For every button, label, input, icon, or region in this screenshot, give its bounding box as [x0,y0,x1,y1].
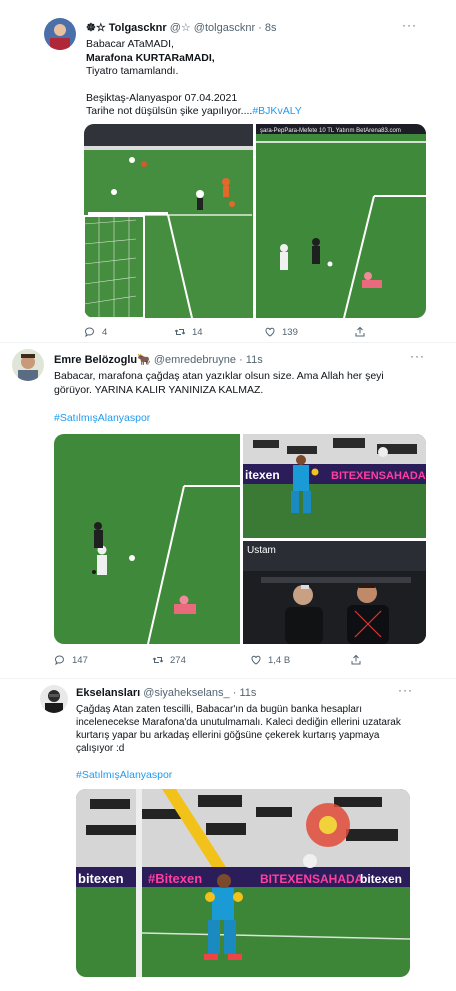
hashtag-link[interactable]: #SatılmışAlanyaspor [76,769,172,783]
reply-icon [54,655,64,666]
timestamp[interactable]: 11s [239,687,256,699]
inset-label: Ustam [247,545,276,556]
media-image[interactable]: bitexen #Bitexen BITEXENSAHADA bitexen [76,789,410,977]
tweet-header: Ekselansları @siyahekselans_ · 11s [76,687,257,699]
stream-overlay-text: şara-PepPara-Mefete 10 TL Yatırım BetAre… [260,128,401,134]
hashtag-link[interactable]: #SatılmışAlanyaspor [54,412,150,426]
board-text: BITEXENSAHADA [260,872,364,886]
share-button[interactable] [350,654,362,666]
like-button[interactable]: 139 [264,326,298,338]
tweet-2[interactable]: Emre Belözoglu🐂 @emredebruyne · 11s ··· … [0,343,456,683]
share-icon [351,654,361,665]
reply-button[interactable]: 4 [84,326,107,338]
tweet-text: Babacar ATaMADI, Marafona KURTARaMADI, T… [86,38,302,117]
media-image-left[interactable] [54,434,240,644]
retweet-button[interactable]: 274 [152,654,186,666]
retweet-icon [174,329,186,335]
handle[interactable]: @emredebruyne [154,354,236,366]
media-image-bottom-right[interactable]: Ustam [243,541,426,644]
retweet-button[interactable]: 14 [174,326,203,338]
heart-icon [251,655,261,665]
display-name[interactable]: Emre Belözoglu🐂 [54,354,151,366]
avatar[interactable] [40,685,68,713]
like-button[interactable]: 1,4 B [250,654,290,666]
more-options-icon[interactable]: ··· [402,18,417,32]
timestamp[interactable]: 11s [246,354,263,366]
board-text: itexen [245,468,280,482]
tweet-media[interactable]: bitexen #Bitexen BITEXENSAHADA bitexen [76,789,410,977]
tweet-header: Emre Belözoglu🐂 @emredebruyne · 11s [54,354,263,366]
avatar[interactable] [12,349,44,381]
tweet-header: ☸☆ Tolgascknr @☆ @tolgascknr · 8s [86,22,277,34]
tweet-media[interactable]: şara-PepPara-Mefete 10 TL Yatırım BetAre… [84,124,426,318]
media-image-right[interactable]: şara-PepPara-Mefete 10 TL Yatırım BetAre… [256,124,426,318]
media-image-top-right[interactable]: itexen BITEXENSAHADA [243,434,426,538]
share-button[interactable] [354,326,366,338]
more-options-icon[interactable]: ··· [398,683,413,697]
retweet-icon [152,657,164,663]
tweet-actions: 4 14 139 [84,326,426,340]
tweet-text: Babacar, marafona çağdaş atan yazıklar o… [54,370,384,396]
board-text: BITEXENSAHADA [331,470,426,482]
display-name[interactable]: Ekselansları [76,687,140,699]
board-text: bitexen [78,871,124,886]
hashtag-link[interactable]: #BJKvALY [252,105,301,117]
tweet-media[interactable]: itexen BITEXENSAHADA Ustam [54,434,426,644]
tweet-1[interactable]: ☸☆ Tolgascknr @☆ @tolgascknr · 8s ··· Ba… [0,0,456,345]
handle[interactable]: @siyahekselans_ [143,687,229,699]
tweet-3[interactable]: Ekselansları @siyahekselans_ · 11s ··· Ç… [0,679,456,991]
heart-icon [265,327,275,337]
timestamp[interactable]: 8s [265,22,277,34]
avatar[interactable] [44,18,76,50]
reply-button[interactable]: 147 [54,654,88,666]
handle[interactable]: @☆ @tolgascknr [170,22,255,34]
tweet-actions: 147 274 1,4 B [54,654,426,668]
tweet-text: Çağdaş Atan zaten tescilli, Babacar'ın d… [76,704,401,754]
reply-icon [84,327,94,338]
board-text: #Bitexen [148,871,202,886]
display-name[interactable]: ☸☆ Tolgascknr [86,22,167,34]
board-text: bitexen [360,872,402,886]
more-options-icon[interactable]: ··· [410,349,425,363]
share-icon [355,326,365,337]
